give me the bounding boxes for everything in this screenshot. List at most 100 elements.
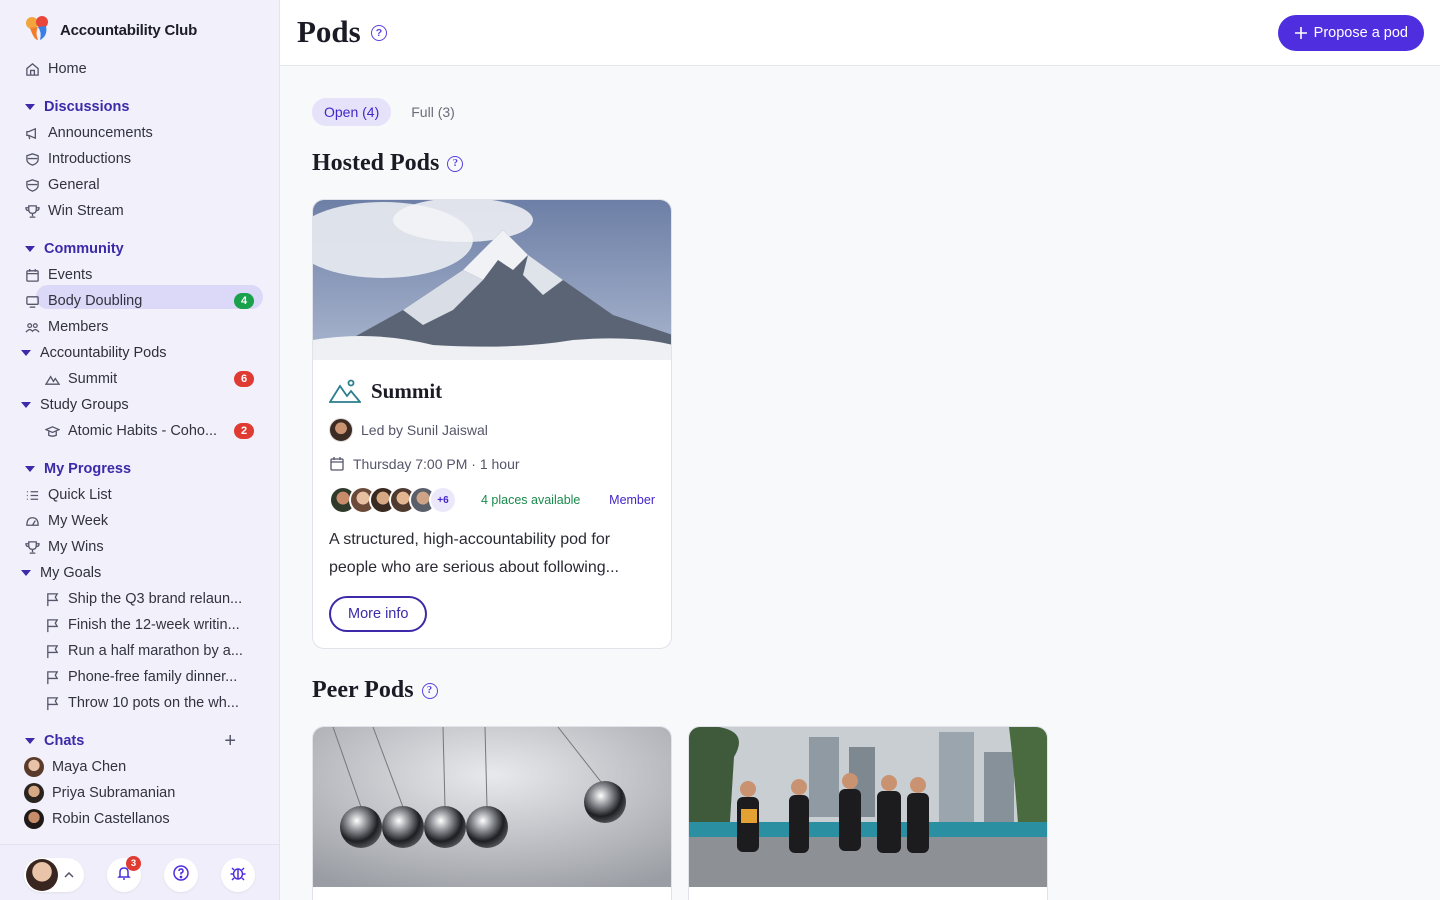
sidebar-item-goal[interactable]: Throw 10 pots on the wh... bbox=[44, 691, 264, 715]
sidebar-item-label: Body Doubling bbox=[48, 293, 143, 309]
chat-item[interactable]: Robin Castellanos bbox=[24, 807, 264, 831]
flag-icon bbox=[44, 617, 60, 633]
chat-item[interactable]: Maya Chen bbox=[24, 755, 264, 779]
sidebar-item-label: My Wins bbox=[48, 539, 104, 555]
sidebar-item-win-stream[interactable]: Win Stream bbox=[24, 199, 264, 223]
sidebar-item-label: Accountability Pods bbox=[40, 345, 167, 361]
sidebar-item-body-doubling[interactable]: Body Doubling 4 bbox=[24, 289, 264, 313]
pod-schedule-row: Thursday 7:00 PM · 1 hour bbox=[329, 456, 655, 472]
help-icon[interactable]: ? bbox=[447, 155, 464, 172]
section-community[interactable]: Community bbox=[24, 237, 264, 261]
sidebar-item-label: Introductions bbox=[48, 151, 132, 167]
sidebar-item-announcements[interactable]: Announcements bbox=[24, 121, 264, 145]
sidebar-item-home[interactable]: Home bbox=[24, 57, 264, 81]
bug-report-button[interactable] bbox=[221, 858, 255, 892]
section-my-progress[interactable]: My Progress bbox=[24, 457, 264, 481]
section-title: Hosted Pods bbox=[312, 150, 440, 176]
pod-card[interactable] bbox=[312, 726, 672, 900]
section-discussions[interactable]: Discussions bbox=[24, 95, 264, 119]
shield-icon bbox=[24, 177, 40, 193]
sidebar-item-goal[interactable]: Phone-free family dinner... bbox=[44, 665, 264, 689]
sidebar-item-label: Ship the Q3 brand relaun... bbox=[68, 591, 243, 607]
pod-description-line: A structured, high-accountability pod fo… bbox=[329, 531, 611, 548]
peer-pods-heading: Peer Pods ? bbox=[312, 677, 438, 704]
sidebar-item-study-groups[interactable]: Study Groups bbox=[20, 393, 260, 417]
sidebar-item-label: Phone-free family dinner... bbox=[68, 669, 238, 685]
tab-full[interactable]: Full (3) bbox=[399, 98, 467, 126]
count-badge: 4 bbox=[234, 293, 254, 309]
help-icon[interactable]: ? bbox=[421, 682, 438, 699]
brand-name: Accountability Club bbox=[60, 22, 198, 39]
sidebar-item-goal[interactable]: Ship the Q3 brand relaun... bbox=[44, 587, 264, 611]
caret-down-icon bbox=[20, 570, 32, 576]
more-members-count: +6 bbox=[429, 486, 457, 514]
sidebar: Accountability Club Home Discussions Ann… bbox=[0, 0, 280, 900]
help-button[interactable] bbox=[164, 858, 198, 892]
pod-card-body: Summit Led by Sunil Jaiswal Thursday 7:0… bbox=[313, 360, 671, 648]
pod-cover-image bbox=[313, 727, 671, 887]
pod-members-row: +6 4 places available Member bbox=[329, 486, 655, 514]
section-label: Chats bbox=[44, 733, 85, 749]
more-info-button[interactable]: More info bbox=[329, 596, 428, 632]
sidebar-item-label: Atomic Habits - Coho... bbox=[68, 423, 218, 439]
sidebar-item-summit[interactable]: Summit 6 bbox=[44, 367, 264, 391]
notification-badge: 3 bbox=[126, 856, 141, 871]
section-label: Community bbox=[44, 241, 124, 257]
caret-down-icon bbox=[24, 104, 36, 110]
pod-cover-image bbox=[689, 727, 1047, 887]
chat-name: Maya Chen bbox=[52, 759, 127, 775]
sidebar-item-label: Study Groups bbox=[40, 397, 129, 413]
flag-icon bbox=[44, 695, 60, 711]
section-label: My Progress bbox=[44, 461, 132, 477]
sidebar-item-accountability-pods[interactable]: Accountability Pods bbox=[20, 341, 260, 365]
account-menu-button[interactable] bbox=[24, 858, 84, 892]
sidebar-item-label: Finish the 12-week writin... bbox=[68, 617, 240, 633]
sidebar-item-introductions[interactable]: Introductions bbox=[24, 147, 264, 171]
sidebar-item-my-goals[interactable]: My Goals bbox=[20, 561, 260, 585]
plus-icon bbox=[1294, 26, 1308, 40]
pod-cover-image bbox=[313, 200, 671, 360]
sidebar-item-my-wins[interactable]: My Wins bbox=[24, 535, 264, 559]
chat-item[interactable]: Priya Subramanian bbox=[24, 781, 264, 805]
caret-down-icon bbox=[20, 402, 32, 408]
tab-open[interactable]: Open (4) bbox=[312, 98, 392, 126]
sidebar-item-atomic-habits[interactable]: Atomic Habits - Coho... 2 bbox=[44, 419, 264, 443]
sidebar-item-label: Members bbox=[48, 319, 109, 335]
propose-pod-label: Propose a pod bbox=[1313, 25, 1408, 41]
calendar-icon bbox=[329, 456, 345, 472]
sidebar-item-label: General bbox=[48, 177, 100, 193]
sidebar-item-label: Win Stream bbox=[48, 203, 124, 219]
bug-icon bbox=[229, 864, 247, 887]
caret-down-icon bbox=[24, 738, 36, 744]
sidebar-item-general[interactable]: General bbox=[24, 173, 264, 197]
pod-card[interactable] bbox=[688, 726, 1048, 900]
sidebar-item-my-week[interactable]: My Week bbox=[24, 509, 264, 533]
avatar bbox=[24, 783, 44, 803]
count-badge: 6 bbox=[234, 371, 254, 387]
pod-card[interactable]: Summit Led by Sunil Jaiswal Thursday 7:0… bbox=[312, 199, 672, 649]
caret-down-icon bbox=[24, 246, 36, 252]
section-title: Peer Pods bbox=[312, 677, 414, 703]
sidebar-item-quick-list[interactable]: Quick List bbox=[24, 483, 264, 507]
pod-leader-row: Led by Sunil Jaiswal bbox=[329, 418, 655, 442]
sidebar-item-label: Run a half marathon by a... bbox=[68, 643, 243, 659]
flag-icon bbox=[44, 643, 60, 659]
brand[interactable]: Accountability Club bbox=[24, 14, 197, 47]
trophy-icon bbox=[24, 539, 40, 555]
page-title: Pods bbox=[297, 14, 361, 49]
brand-logo-icon bbox=[24, 14, 52, 47]
chat-name: Robin Castellanos bbox=[52, 811, 170, 827]
sidebar-item-label: Home bbox=[48, 61, 87, 77]
caret-down-icon bbox=[24, 466, 36, 472]
add-chat-icon[interactable]: + bbox=[224, 729, 236, 753]
sidebar-item-goal[interactable]: Run a half marathon by a... bbox=[44, 639, 264, 663]
sidebar-item-members[interactable]: Members bbox=[24, 315, 264, 339]
sidebar-item-events[interactable]: Events bbox=[24, 263, 264, 287]
shield-icon bbox=[24, 151, 40, 167]
notifications-button[interactable]: 3 bbox=[107, 856, 141, 892]
section-chats[interactable]: Chats + bbox=[24, 729, 264, 753]
avatar bbox=[26, 859, 58, 891]
sidebar-item-goal[interactable]: Finish the 12-week writin... bbox=[44, 613, 264, 637]
help-icon[interactable]: ? bbox=[371, 25, 387, 41]
propose-pod-button[interactable]: Propose a pod bbox=[1277, 15, 1424, 51]
